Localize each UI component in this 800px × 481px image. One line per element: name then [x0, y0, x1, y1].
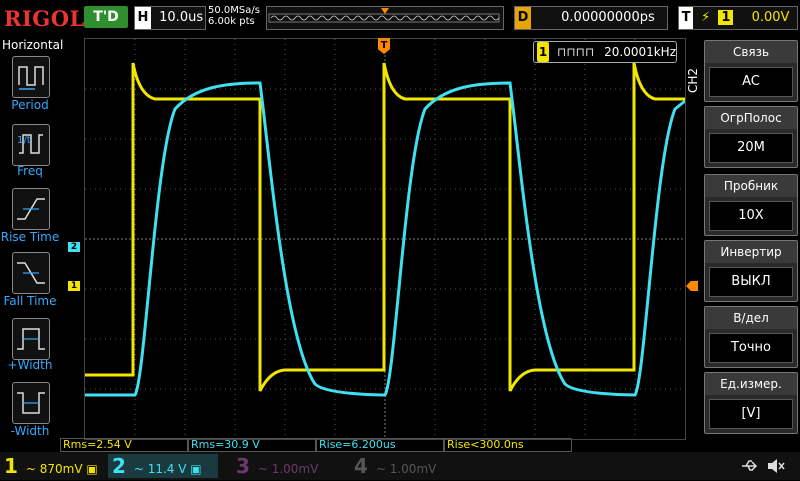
- ch2-level-marker[interactable]: 2: [68, 242, 80, 252]
- period-icon: [18, 66, 44, 90]
- rise-time-icon: [17, 198, 45, 220]
- trigger-channel: 1: [718, 10, 734, 25]
- measurement-ch2-rms[interactable]: Rms=30.9 V: [188, 438, 316, 452]
- ch2-bw-limit-icon: ▣: [190, 462, 202, 476]
- pos-width-icon: [17, 328, 45, 350]
- coupling-value: AC: [709, 67, 793, 97]
- trigger-level: 0.00V: [751, 10, 790, 25]
- period-button[interactable]: [12, 56, 50, 98]
- volts-div-value: Точно: [709, 333, 793, 363]
- delay-label: D: [515, 7, 531, 29]
- invert-menu-item[interactable]: Инвертир ВЫКЛ: [704, 240, 798, 302]
- ch1-edge-lines: [132, 63, 635, 391]
- invert-title: Инвертир: [705, 241, 797, 263]
- freq-counter-box: 1 ⊓⊓⊓⊓ 20.0001kHz: [533, 41, 677, 63]
- ch2-number: 2: [112, 454, 126, 478]
- pos-width-label: +Width: [7, 358, 53, 372]
- waveform-canvas: [85, 39, 686, 439]
- fall-time-label: Fall Time: [3, 294, 57, 308]
- fall-time-button[interactable]: [12, 252, 50, 294]
- neg-width-button[interactable]: [12, 382, 50, 424]
- svg-text:1/t: 1/t: [17, 135, 31, 146]
- ch1-number: 1: [4, 454, 18, 478]
- ch2-coupling: ~: [133, 462, 144, 476]
- ch1-level-marker[interactable]: 1: [68, 281, 80, 291]
- ch3-scale: 1.00mV: [271, 462, 319, 476]
- bandwidth-title: ОгрПолос: [705, 107, 797, 129]
- horizontal-label: H: [135, 7, 151, 29]
- ch1-bw-limit-icon: ▣: [86, 462, 98, 476]
- top-status-bar: RIGOL T'D H 10.0us 50.0MSa/s 6.00k pts D…: [0, 0, 800, 36]
- trigger-level-marker[interactable]: [686, 281, 698, 291]
- neg-width-icon: [17, 392, 45, 414]
- ch2-status[interactable]: 2 ~ 11.4 V ▣: [108, 454, 218, 478]
- coupling-title: Связь: [705, 41, 797, 63]
- speaker-mute-icon[interactable]: [766, 456, 786, 476]
- ch1-status[interactable]: 1 ~ 870mV ▣: [0, 454, 104, 478]
- freq-counter-channel: 1: [537, 42, 549, 62]
- channel-status-bar: 1 ~ 870mV ▣ 2 ~ 11.4 V ▣ 3 ~ 1.00mV 4 ~ …: [0, 452, 800, 480]
- left-measure-menu: Horizontal Period 1/t Freq Rise Time Fal…: [0, 36, 64, 452]
- unit-value: [V]: [709, 399, 793, 429]
- freq-button[interactable]: 1/t: [12, 124, 50, 166]
- period-label: Period: [11, 98, 49, 112]
- freq-counter-value: 20.0001kHz: [604, 45, 677, 59]
- trigger-box[interactable]: T ⚡ 1 0.00V: [678, 6, 798, 30]
- probe-menu-item[interactable]: Пробник ◀ 10X: [704, 174, 798, 236]
- ch3-number: 3: [236, 454, 250, 478]
- freq-label: Freq: [17, 164, 43, 178]
- memory-position-strip[interactable]: [266, 6, 504, 30]
- coupling-menu-item[interactable]: Связь ◀ AC: [704, 40, 798, 102]
- ch4-number: 4: [354, 454, 368, 478]
- ch1-scale: 870mV: [39, 462, 83, 476]
- neg-width-label: -Width: [10, 424, 50, 438]
- invert-value: ВЫКЛ: [709, 267, 793, 297]
- memory-waveform-icon: [268, 8, 500, 23]
- channel-tab: CH2: [686, 67, 700, 93]
- waveform-display[interactable]: 1 ⊓⊓⊓⊓ 20.0001kHz: [84, 38, 686, 440]
- rising-edge-icon: ⚡: [701, 10, 711, 25]
- ch4-scale: 1.00mV: [389, 462, 437, 476]
- delay-value: 0.00000000ps: [561, 10, 655, 25]
- memory-depth: 6.00k pts: [208, 16, 255, 27]
- ch3-status[interactable]: 3 ~ 1.00mV: [232, 454, 342, 478]
- ch2-scale: 11.4 V: [147, 462, 187, 476]
- left-menu-title: Horizontal: [2, 38, 64, 52]
- measurement-ch1-rise[interactable]: Rise<300.0ns: [444, 438, 572, 452]
- trigger-status-badge: T'D: [84, 6, 128, 28]
- measurement-ch1-rms[interactable]: Rms=2.54 V: [60, 438, 188, 452]
- ch3-coupling: ~: [257, 462, 268, 476]
- probe-title: Пробник: [705, 175, 797, 197]
- horizontal-scale-value: 10.0us: [159, 10, 204, 25]
- unit-title: Ед.измер.: [705, 373, 797, 395]
- rise-time-button[interactable]: [12, 188, 50, 230]
- right-channel-menu: Связь ◀ AC ОгрПолос 20M Пробник ◀ 10X Ин…: [704, 40, 800, 450]
- sample-rate: 50.0MSa/s: [208, 5, 260, 16]
- ch1-coupling: ~: [25, 462, 36, 476]
- volts-div-menu-item[interactable]: В/дел Точно: [704, 306, 798, 368]
- brand-logo: RIGOL: [4, 6, 85, 31]
- sample-info: 50.0MSa/s 6.00k pts: [208, 5, 260, 27]
- probe-value: 10X: [709, 201, 793, 231]
- unit-menu-item[interactable]: Ед.измер. ◀ [V]: [704, 372, 798, 434]
- ch4-coupling: ~: [375, 462, 386, 476]
- bandwidth-value: 20M: [709, 133, 793, 163]
- volts-div-title: В/дел: [705, 307, 797, 329]
- delay-box[interactable]: D 0.00000000ps: [514, 6, 668, 30]
- square-wave-icon: ⊓⊓⊓⊓: [556, 45, 595, 59]
- measurement-bar: Rms=2.54 V Rms=30.9 V Rise=6.200us Rise<…: [60, 438, 680, 452]
- fall-time-icon: [17, 262, 45, 284]
- horizontal-scale-box[interactable]: H 10.0us: [134, 6, 206, 30]
- freq-icon: 1/t: [17, 134, 43, 154]
- ch4-status[interactable]: 4 ~ 1.00mV: [350, 454, 460, 478]
- trigger-label: T: [679, 7, 693, 29]
- usb-icon: [742, 460, 758, 471]
- pos-width-button[interactable]: [12, 318, 50, 360]
- rise-time-label: Rise Time: [0, 230, 60, 244]
- bandwidth-menu-item[interactable]: ОгрПолос 20M: [704, 106, 798, 168]
- measurement-ch2-rise[interactable]: Rise=6.200us: [316, 438, 444, 452]
